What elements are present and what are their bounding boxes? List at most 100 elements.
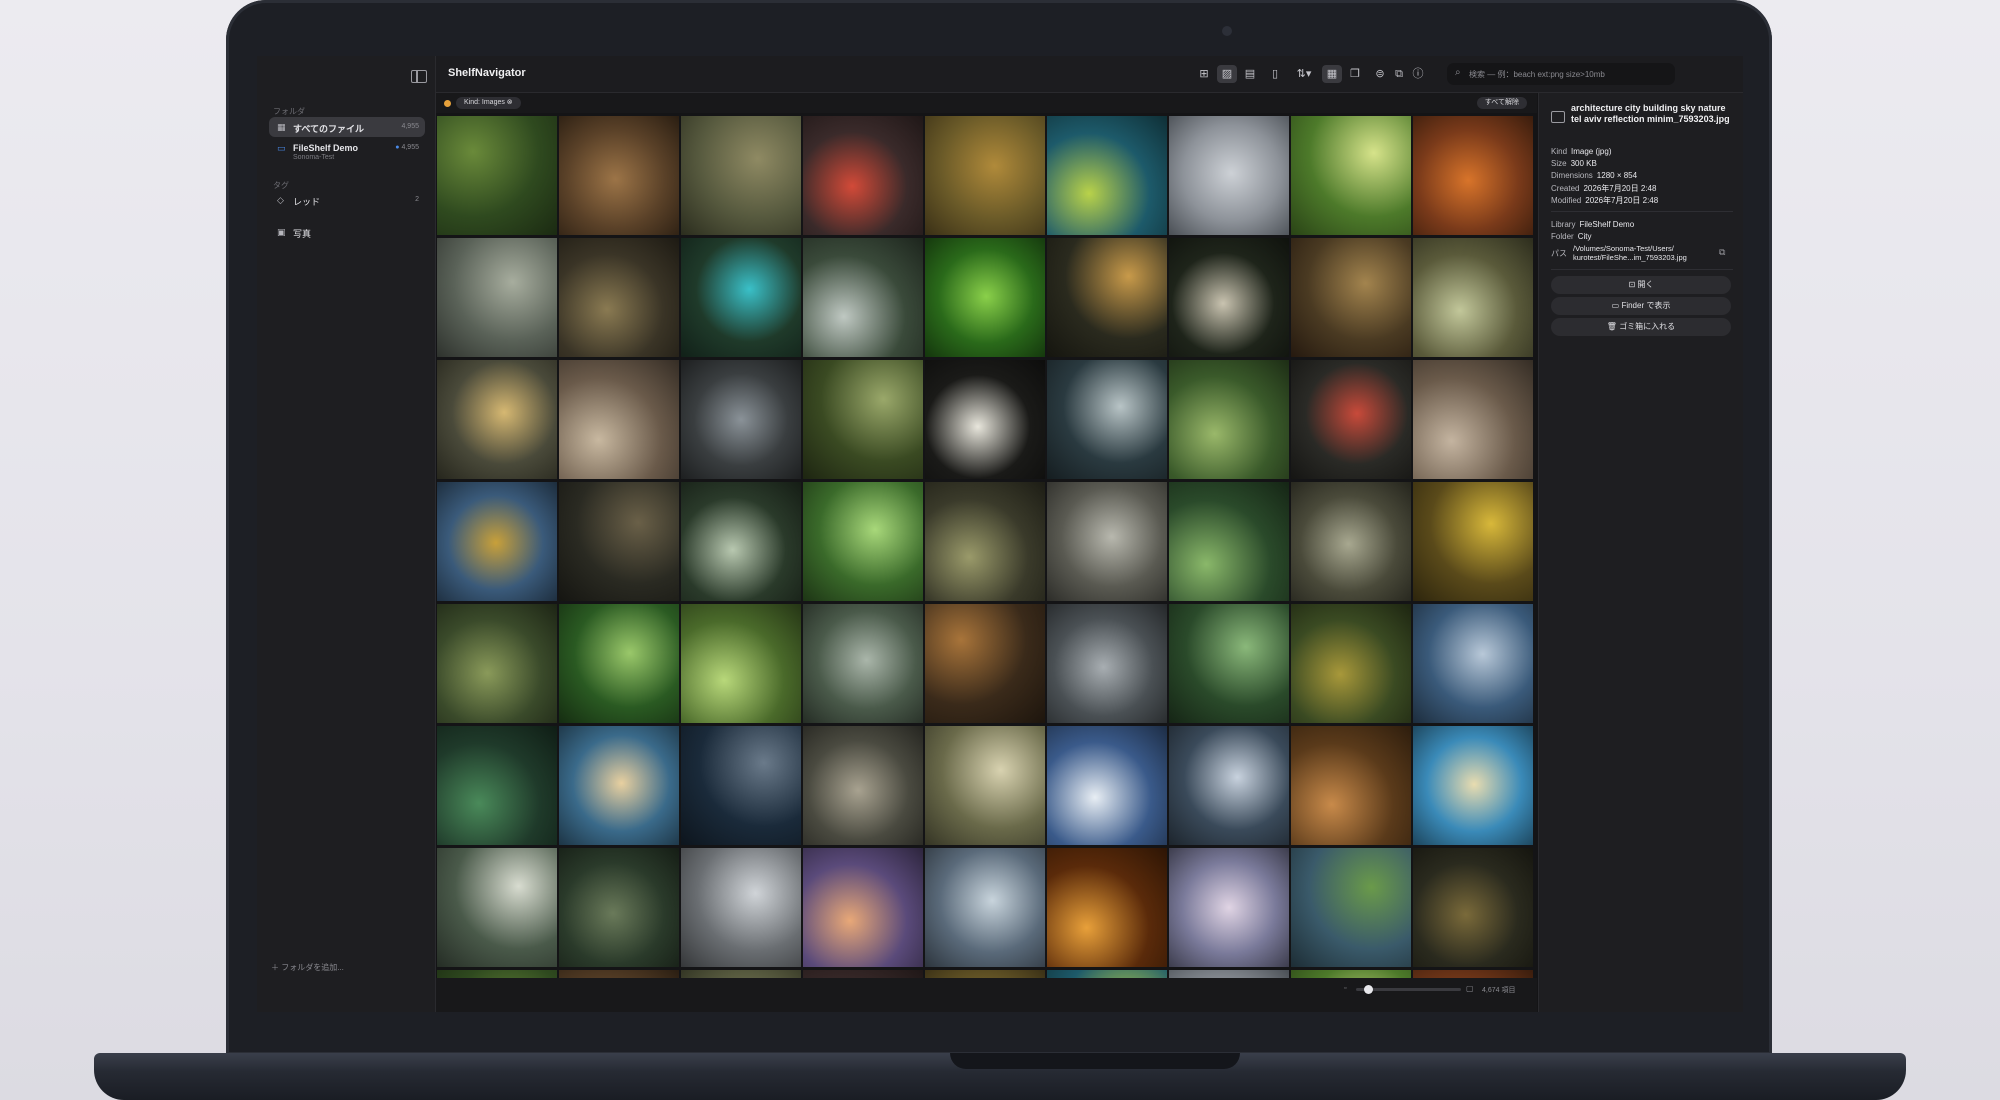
sort-icon[interactable]: ⇅▾ (1292, 66, 1316, 82)
image-view-icon[interactable]: ▨ (1217, 65, 1237, 83)
thumbnail[interactable] (1047, 116, 1167, 235)
thumbnail[interactable] (1291, 604, 1411, 723)
thumbnail[interactable] (1413, 238, 1533, 357)
thumbnail[interactable] (1047, 848, 1167, 967)
thumbnail[interactable] (437, 726, 557, 845)
thumbnail[interactable] (1413, 360, 1533, 479)
sidebar-toggle-icon[interactable] (411, 70, 427, 83)
clear-all-button[interactable]: すべて解除 (1476, 97, 1527, 109)
sidebar-item-label: FileShelf Demo (293, 143, 359, 153)
thumbnail[interactable] (1047, 238, 1167, 357)
thumbnail[interactable] (925, 726, 1045, 845)
search-field[interactable]: ⌕ 検索 — 例：beach ext:png size>10mb (1447, 63, 1675, 85)
document-icon[interactable]: ▯ (1267, 66, 1283, 82)
thumbnail[interactable] (925, 848, 1045, 967)
thumbnail[interactable] (1291, 848, 1411, 967)
zoom-in-icon[interactable]: ▢ (1466, 984, 1474, 993)
zoom-slider-knob[interactable] (1364, 985, 1373, 994)
thumbnail[interactable] (681, 604, 801, 723)
thumbnail[interactable] (681, 360, 801, 479)
thumbnail[interactable] (1169, 482, 1289, 601)
thumbnail-size-icon[interactable]: ▦ (1322, 65, 1342, 83)
thumbnail[interactable] (437, 116, 557, 235)
thumbnail[interactable] (925, 604, 1045, 723)
thumbnail[interactable] (1291, 116, 1411, 235)
thumbnail[interactable] (803, 116, 923, 235)
thumbnail[interactable] (1169, 848, 1289, 967)
sidebar-item-all-files[interactable]: ▦ すべてのファイル 4,955 (269, 117, 425, 137)
open-button[interactable]: ⊡ 開く (1551, 276, 1731, 294)
thumbnail[interactable] (1413, 970, 1533, 978)
thumbnail[interactable] (559, 604, 679, 723)
thumbnail[interactable] (925, 116, 1045, 235)
thumbnail[interactable] (1169, 604, 1289, 723)
thumbnail[interactable] (925, 360, 1045, 479)
thumbnail[interactable] (559, 238, 679, 357)
photo-stack-icon: ▣ (277, 227, 286, 237)
thumbnail[interactable] (437, 848, 557, 967)
thumbnail[interactable] (1413, 726, 1533, 845)
thumbnail[interactable] (803, 970, 923, 978)
thumbnail[interactable] (559, 848, 679, 967)
copy-icon[interactable]: ⧉ (1391, 66, 1407, 82)
thumbnail[interactable] (681, 726, 801, 845)
thumbnail[interactable] (559, 970, 679, 978)
thumbnail[interactable] (437, 482, 557, 601)
film-icon[interactable]: ▤ (1242, 66, 1258, 82)
thumbnail[interactable] (681, 848, 801, 967)
thumbnail[interactable] (559, 726, 679, 845)
thumbnail[interactable] (1291, 238, 1411, 357)
thumbnail[interactable] (1169, 726, 1289, 845)
thumbnail[interactable] (1047, 726, 1167, 845)
thumbnail[interactable] (437, 604, 557, 723)
thumbnail[interactable] (1169, 116, 1289, 235)
thumbnail[interactable] (925, 970, 1045, 978)
thumbnail[interactable] (1291, 360, 1411, 479)
thumbnail[interactable] (925, 238, 1045, 357)
zoom-out-icon[interactable]: ▫ (1344, 985, 1346, 992)
add-folder-button[interactable]: ＋ フォルダを追加... (271, 962, 344, 973)
window-icon[interactable]: ❐ (1347, 66, 1363, 82)
thumbnail[interactable] (1047, 482, 1167, 601)
thumbnail[interactable] (803, 482, 923, 601)
thumbnail[interactable] (681, 482, 801, 601)
thumbnail[interactable] (437, 238, 557, 357)
thumbnail[interactable] (681, 116, 801, 235)
thumbnail[interactable] (681, 238, 801, 357)
copy-path-icon[interactable]: ⧉ (1719, 247, 1725, 258)
thumbnail[interactable] (925, 482, 1045, 601)
sidebar-tag-red[interactable]: ◇ レッド 2 (269, 190, 425, 210)
thumbnail[interactable] (437, 970, 557, 978)
sidebar-item-fileshelf-demo[interactable]: ▭ FileShelf Demo Sonoma-Test ● 4,955 (269, 138, 425, 166)
thumbnail[interactable] (1169, 238, 1289, 357)
thumbnail[interactable] (437, 360, 557, 479)
thumbnail[interactable] (1047, 604, 1167, 723)
thumbnail[interactable] (803, 360, 923, 479)
thumbnail[interactable] (1047, 360, 1167, 479)
thumbnail[interactable] (559, 360, 679, 479)
thumbnail[interactable] (803, 848, 923, 967)
thumbnail[interactable] (1413, 482, 1533, 601)
thumbnail[interactable] (1169, 970, 1289, 978)
kind-filter-chip[interactable]: Kind: Images ⊗ (456, 97, 521, 109)
thumbnail[interactable] (1047, 970, 1167, 978)
sidebar-tag-photo[interactable]: ▣ 写真 (269, 222, 425, 242)
thumbnail[interactable] (1291, 482, 1411, 601)
thumbnail[interactable] (1413, 604, 1533, 723)
grid-view-icon[interactable]: ⊞ (1196, 66, 1212, 82)
thumbnail[interactable] (1291, 726, 1411, 845)
thumbnail[interactable] (803, 238, 923, 357)
show-in-finder-button[interactable]: ▭ Finder で表示 (1551, 297, 1731, 315)
thumbnail[interactable] (803, 726, 923, 845)
thumbnail[interactable] (1291, 970, 1411, 978)
move-to-trash-button[interactable]: 🗑 ゴミ箱に入れる (1551, 318, 1731, 336)
thumbnail[interactable] (559, 116, 679, 235)
thumbnail[interactable] (681, 970, 801, 978)
thumbnail[interactable] (1169, 360, 1289, 479)
thumbnail[interactable] (1413, 116, 1533, 235)
thumbnail[interactable] (1413, 848, 1533, 967)
thumbnail[interactable] (803, 604, 923, 723)
info-icon[interactable]: ⓘ (1410, 66, 1426, 82)
thumbnail[interactable] (559, 482, 679, 601)
tag-filter-icon[interactable]: ⊜ (1372, 66, 1388, 82)
